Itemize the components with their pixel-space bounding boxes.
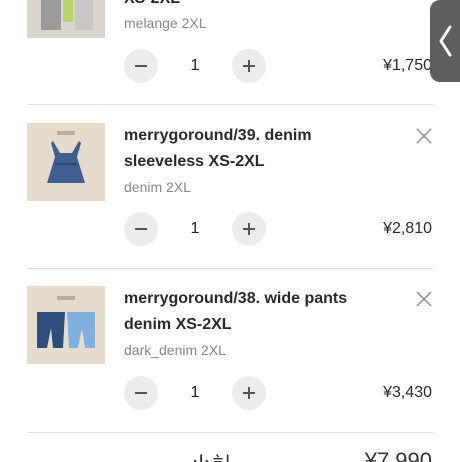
product-photo-icon bbox=[27, 0, 105, 38]
product-title[interactable]: merrygoround/39. denim sleeveless XS-2XL bbox=[124, 123, 394, 175]
remove-item-button[interactable] bbox=[414, 289, 434, 309]
item-price: ¥1,750 bbox=[383, 57, 432, 74]
plus-icon bbox=[243, 223, 255, 235]
product-title[interactable]: merrygoround/38. wide pants denim XS-2XL bbox=[124, 286, 394, 338]
quantity-value: 1 bbox=[190, 220, 200, 237]
decrease-quantity-button[interactable] bbox=[124, 49, 158, 83]
decrease-quantity-button[interactable] bbox=[124, 376, 158, 410]
product-variant: melange 2XL bbox=[124, 15, 207, 31]
remove-item-button[interactable] bbox=[414, 126, 434, 146]
increase-quantity-button[interactable] bbox=[232, 49, 266, 83]
increase-quantity-button[interactable] bbox=[232, 212, 266, 246]
side-drawer-tab[interactable] bbox=[430, 0, 460, 82]
minus-icon bbox=[135, 392, 147, 394]
product-variant: denim 2XL bbox=[124, 179, 191, 195]
quantity-value: 1 bbox=[190, 384, 200, 401]
plus-icon bbox=[243, 60, 255, 72]
product-photo-icon bbox=[27, 286, 105, 364]
divider bbox=[27, 432, 433, 433]
item-price: ¥3,430 bbox=[383, 384, 432, 401]
product-variant: dark_denim 2XL bbox=[124, 342, 226, 358]
minus-icon bbox=[135, 65, 147, 67]
product-title[interactable]: XS-2XL bbox=[124, 0, 394, 12]
close-icon bbox=[416, 291, 432, 307]
increase-quantity-button[interactable] bbox=[232, 376, 266, 410]
decrease-quantity-button[interactable] bbox=[124, 212, 158, 246]
divider bbox=[27, 104, 433, 105]
minus-icon bbox=[135, 228, 147, 230]
product-image[interactable] bbox=[27, 286, 105, 364]
product-image[interactable] bbox=[27, 0, 105, 38]
chevron-left-icon bbox=[439, 25, 452, 57]
product-image[interactable] bbox=[27, 123, 105, 201]
item-price: ¥2,810 bbox=[383, 220, 432, 237]
divider bbox=[27, 268, 433, 269]
plus-icon bbox=[243, 387, 255, 399]
quantity-value: 1 bbox=[190, 57, 200, 74]
product-photo-icon bbox=[27, 123, 105, 201]
close-icon bbox=[416, 128, 432, 144]
